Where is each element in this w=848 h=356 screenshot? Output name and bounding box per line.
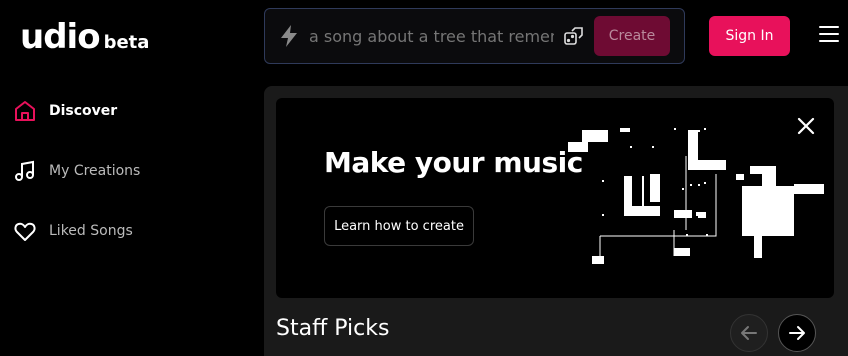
sidebar-item-liked-songs[interactable]: Liked Songs	[12, 216, 133, 246]
sidebar-item-my-creations[interactable]: My Creations	[12, 156, 140, 186]
sidebar-item-discover[interactable]: Discover	[12, 96, 117, 126]
hamburger-menu-icon[interactable]	[819, 26, 839, 44]
udio-logo[interactable]: udio beta	[20, 20, 149, 54]
learn-how-button[interactable]: Learn how to create	[324, 206, 474, 246]
staff-picks-title: Staff Picks	[276, 316, 390, 341]
previous-arrow-icon[interactable]	[730, 314, 768, 352]
create-button[interactable]: Create	[594, 16, 670, 56]
prompt-bar: Create	[264, 8, 685, 64]
next-arrow-icon[interactable]	[778, 314, 816, 352]
sidebar-item-label: Liked Songs	[49, 223, 133, 239]
prompt-input[interactable]	[309, 26, 554, 46]
music-note-icon	[12, 158, 38, 184]
home-icon	[12, 98, 38, 124]
hero-pixel-art	[568, 128, 824, 264]
sidebar-item-label: Discover	[49, 103, 118, 119]
sidebar-item-label: My Creations	[49, 163, 141, 179]
main-content: Make your music Learn how to create Staf…	[264, 86, 848, 356]
logo-beta-tag: beta	[103, 32, 150, 53]
hero-title: Make your music	[324, 146, 583, 179]
lightning-icon	[277, 24, 301, 48]
logo-wordmark: udio	[20, 17, 101, 57]
hero-banner: Make your music Learn how to create	[276, 98, 834, 298]
heart-icon	[12, 218, 38, 244]
sign-in-button[interactable]: Sign In	[709, 16, 790, 56]
random-prompt-dice-icon[interactable]	[562, 24, 586, 48]
